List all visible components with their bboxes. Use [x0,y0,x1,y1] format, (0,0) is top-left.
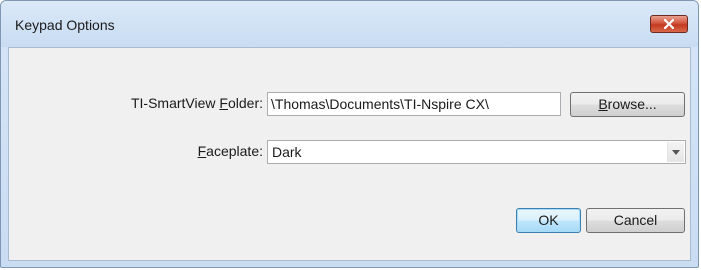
folder-label: TI-SmartView Folder: [83,95,263,111]
dialog-title: Keypad Options [15,17,115,33]
cancel-button[interactable]: Cancel [586,208,685,233]
browse-accelerator: B [598,96,608,112]
folder-path-field[interactable]: \Thomas\Documents\TI-Nspire CX\ [267,92,561,116]
ok-button[interactable]: OK [516,208,581,233]
faceplate-label: Faceplate: [83,143,263,159]
chevron-down-icon [672,150,680,155]
faceplate-selected-value: Dark [272,144,302,160]
folder-label-accelerator: F [219,95,228,111]
faceplate-label-accelerator: F [197,143,207,159]
close-x-icon [664,19,674,29]
faceplate-dropdown-button[interactable] [667,142,684,162]
folder-label-prefix: TI-SmartView [130,95,220,111]
browse-button[interactable]: Browse... [570,92,685,117]
dialog-body: TI-SmartView Folder: \Thomas\Documents\T… [8,47,691,261]
close-button[interactable] [650,15,688,33]
keypad-options-dialog: Keypad Options TI-SmartView Folder: \Tho… [0,0,699,268]
faceplate-label-suffix: aceplate: [206,143,263,159]
faceplate-select[interactable]: Dark [267,140,686,164]
title-bar[interactable]: Keypad Options [1,1,698,47]
browse-label: rowse... [607,96,657,112]
folder-label-suffix: older: [227,95,263,111]
